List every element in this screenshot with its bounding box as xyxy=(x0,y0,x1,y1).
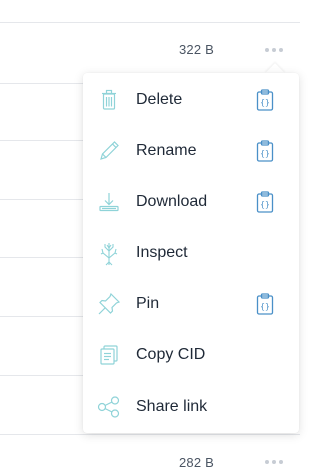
menu-item-rename[interactable]: Rename {} xyxy=(83,131,299,171)
menu-item-download[interactable]: Download {} xyxy=(83,182,299,222)
file-size: 282 B xyxy=(179,455,214,470)
file-size: 322 B xyxy=(179,42,214,57)
dot xyxy=(265,460,269,464)
dot xyxy=(272,460,276,464)
row-divider xyxy=(0,434,300,435)
menu-item-delete[interactable]: Delete {} xyxy=(83,80,299,120)
svg-text:{}: {} xyxy=(260,98,270,107)
clipboard-icon: {} xyxy=(255,140,275,162)
dot xyxy=(279,48,283,52)
row-divider xyxy=(0,257,90,258)
dot xyxy=(265,48,269,52)
pin-icon xyxy=(97,292,121,316)
menu-item-share-link[interactable]: Share link xyxy=(83,387,299,427)
download-icon xyxy=(97,190,121,214)
row-divider xyxy=(0,316,90,317)
clipboard-icon: {} xyxy=(255,191,275,213)
dot xyxy=(279,460,283,464)
pencil-icon xyxy=(97,139,121,163)
menu-item-label: Inspect xyxy=(136,244,188,261)
dot xyxy=(272,48,276,52)
tree-icon xyxy=(97,241,121,266)
svg-text:{}: {} xyxy=(260,149,270,158)
row-divider xyxy=(0,199,90,200)
menu-item-label: Delete xyxy=(136,91,183,108)
menu-item-label: Rename xyxy=(136,142,197,159)
context-menu: Delete {} Rename {} Download {} Inspect … xyxy=(83,73,299,433)
menu-item-label: Download xyxy=(136,193,208,210)
menu-item-label: Share link xyxy=(136,398,208,415)
svg-text:{}: {} xyxy=(260,302,270,311)
row-divider xyxy=(0,83,90,84)
share-icon xyxy=(97,395,121,419)
more-options-button[interactable] xyxy=(265,48,283,52)
row-divider xyxy=(0,375,90,376)
menu-item-pin[interactable]: Pin {} xyxy=(83,284,299,324)
row-divider xyxy=(0,140,90,141)
clipboard-icon: {} xyxy=(255,89,275,111)
clipboard-icon: {} xyxy=(255,293,275,315)
copy-icon xyxy=(97,343,121,367)
menu-item-label: Pin xyxy=(136,295,160,312)
row-divider xyxy=(0,22,300,23)
svg-text:{}: {} xyxy=(260,200,270,209)
menu-item-inspect[interactable]: Inspect xyxy=(83,233,299,273)
menu-item-label: Copy CID xyxy=(136,346,206,363)
trash-icon xyxy=(97,88,121,112)
more-options-button[interactable] xyxy=(265,460,283,464)
menu-item-copy-cid[interactable]: Copy CID xyxy=(83,335,299,375)
